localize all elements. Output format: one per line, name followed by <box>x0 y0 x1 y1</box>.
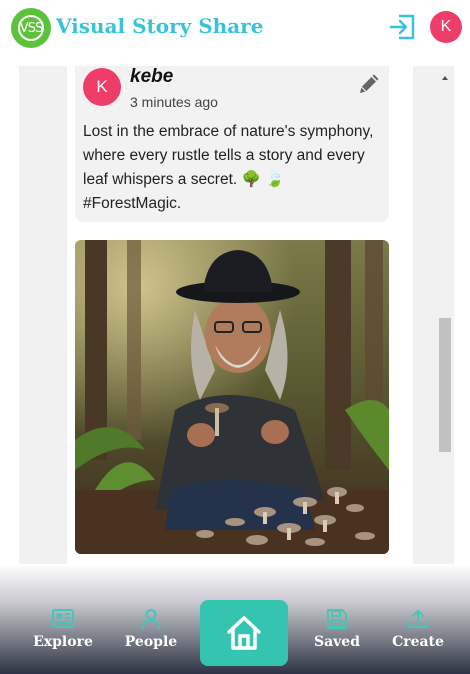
nav-saved[interactable]: Saved <box>297 608 377 650</box>
feed-scroll-area[interactable]: K kebe 3 minutes ago Lost in the embrace… <box>19 66 454 564</box>
post-card: K kebe 3 minutes ago Lost in the embrace… <box>67 66 413 564</box>
nav-create[interactable]: Create <box>378 608 458 650</box>
newspaper-icon <box>52 609 74 628</box>
post-caption: Lost in the embrace of nature's symphony… <box>83 123 374 212</box>
nav-create-label: Create <box>392 634 444 650</box>
logo-text: VSS <box>18 15 44 41</box>
scrollbar-track[interactable] <box>437 66 454 564</box>
scroll-up-arrow-icon[interactable] <box>440 70 450 80</box>
logout-icon[interactable] <box>388 12 418 42</box>
home-button[interactable] <box>200 600 288 666</box>
app-logo[interactable]: VSS <box>11 8 51 48</box>
person-icon <box>141 609 161 630</box>
user-avatar[interactable]: K <box>430 11 462 43</box>
nav-people[interactable]: People <box>111 608 191 650</box>
author-name[interactable]: kebe <box>130 66 173 88</box>
post-header: K kebe 3 minutes ago Lost in the embrace… <box>75 66 389 222</box>
app-header: VSS Visual Story Share K <box>0 0 470 56</box>
edit-pencil-icon[interactable] <box>355 70 383 98</box>
nav-explore-label: Explore <box>33 634 93 650</box>
author-avatar[interactable]: K <box>83 68 121 106</box>
home-icon <box>227 616 261 650</box>
post-image[interactable] <box>75 240 389 554</box>
post-timestamp: 3 minutes ago <box>130 94 218 110</box>
nav-people-label: People <box>124 634 178 650</box>
upload-icon <box>408 610 428 628</box>
nav-saved-label: Saved <box>313 634 360 650</box>
nav-explore[interactable]: Explore <box>23 608 103 650</box>
save-disk-icon <box>327 609 347 629</box>
scrollbar-thumb[interactable] <box>439 318 451 452</box>
bottom-nav: Explore People Saved Create <box>0 564 470 674</box>
app-title[interactable]: Visual Story Share <box>56 14 263 38</box>
